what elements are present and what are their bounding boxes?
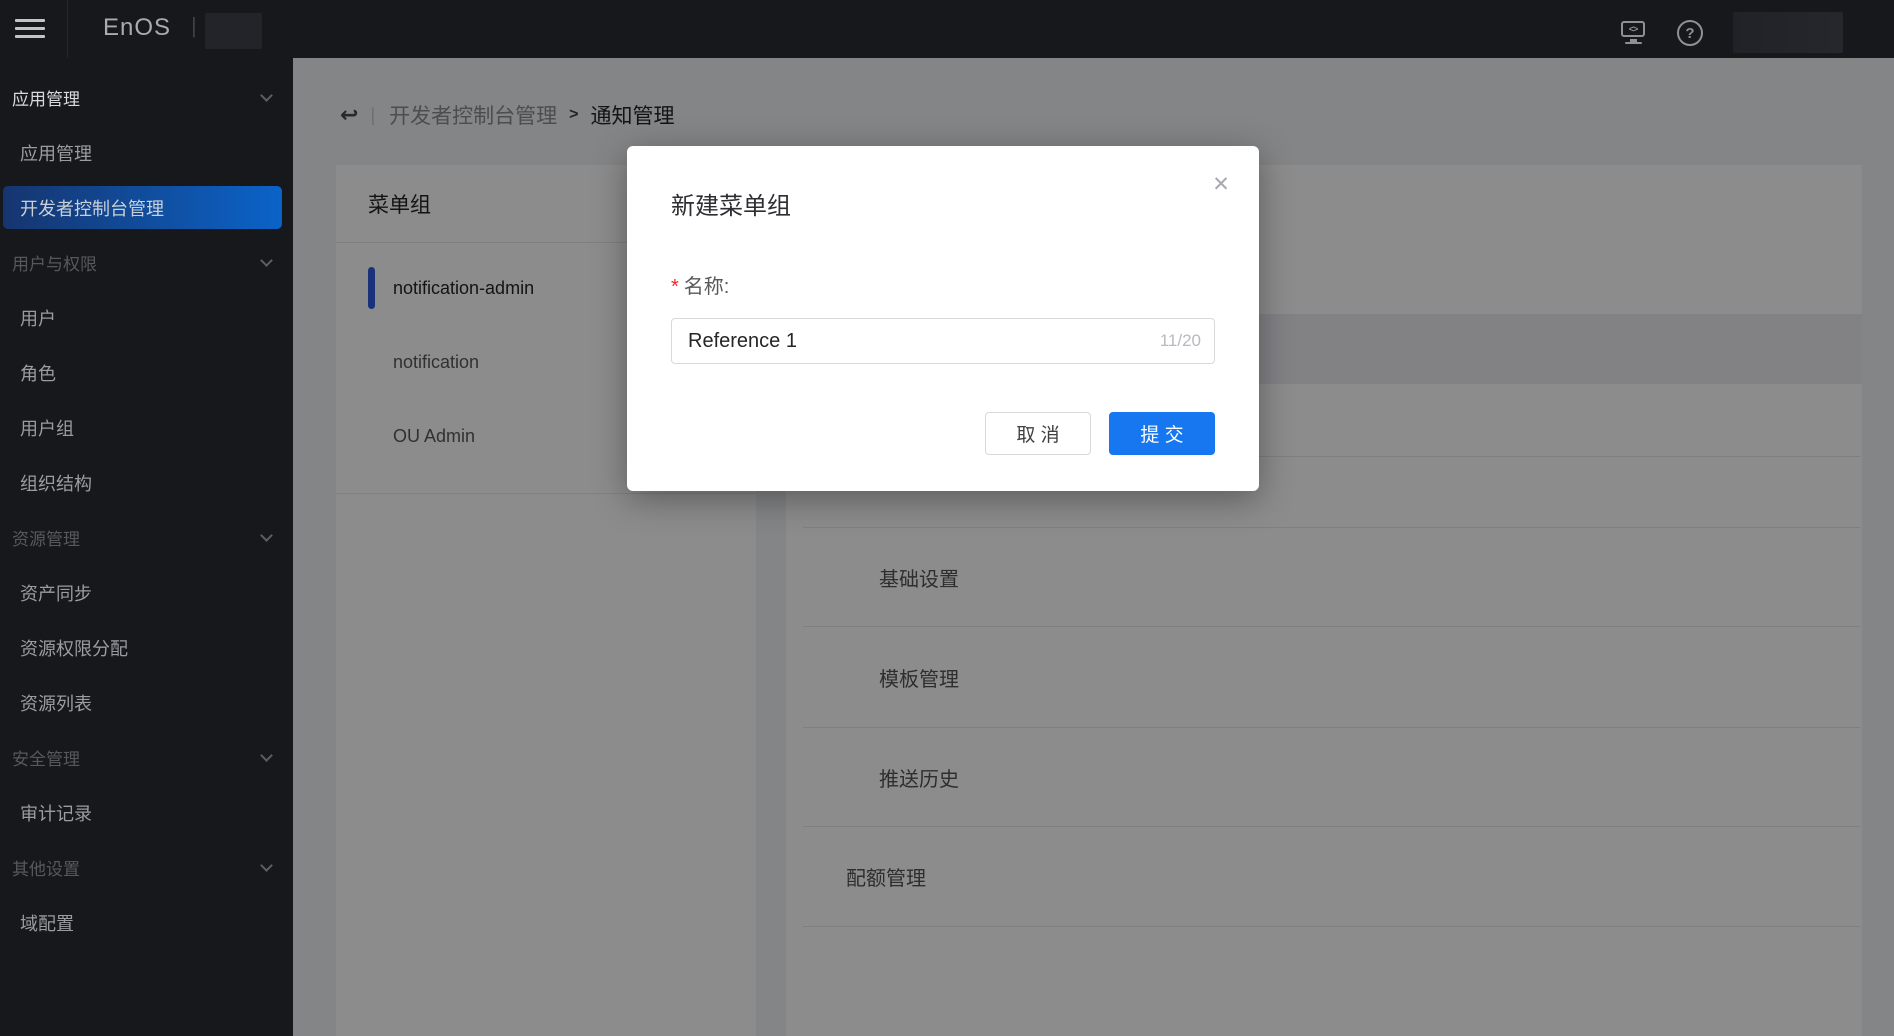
name-field-label: *名称: [671, 274, 1215, 300]
enos-logo: EnOS [103, 14, 171, 42]
chevron-down-icon [260, 749, 273, 762]
dialog-title: 新建菜单组 [627, 146, 1259, 222]
sidebar-section-app-management[interactable]: 应用管理 [0, 70, 293, 125]
new-menu-group-dialog: ✕ 新建菜单组 *名称: 11/20 取 消 提 交 [627, 146, 1259, 491]
sidebar-section-users-permissions[interactable]: 用户与权限 [0, 235, 293, 290]
developer-console-icon[interactable]: <> [1621, 21, 1645, 37]
chevron-down-icon [260, 529, 273, 542]
sidebar-item-organization-structure[interactable]: 组织结构 [0, 455, 293, 510]
developer-console-icon [1625, 42, 1642, 44]
logo-divider: | [191, 13, 197, 39]
top-bar: EnOS | <> ? [0, 0, 1894, 58]
close-icon[interactable]: ✕ [1205, 168, 1237, 200]
chevron-down-icon [260, 859, 273, 872]
sidebar-item-users[interactable]: 用户 [0, 290, 293, 345]
sidebar-item-audit-records[interactable]: 审计记录 [0, 785, 293, 840]
cancel-button[interactable]: 取 消 [985, 412, 1091, 455]
sidebar-item-developer-console-management[interactable]: 开发者控制台管理 [0, 180, 293, 235]
name-input[interactable] [671, 318, 1215, 364]
sidebar-item-app-management[interactable]: 应用管理 [0, 125, 293, 180]
sidebar-item-resource-list[interactable]: 资源列表 [0, 675, 293, 730]
sidebar-item-domain-configuration[interactable]: 域配置 [0, 895, 293, 950]
chevron-down-icon [260, 89, 273, 102]
hamburger-menu-icon[interactable] [15, 18, 45, 40]
sidebar-nav: 应用管理 应用管理 开发者控制台管理 用户与权限 用户 角色 用户组 组织结构 … [0, 58, 293, 1036]
sidebar-item-roles[interactable]: 角色 [0, 345, 293, 400]
dialog-footer: 取 消 提 交 [671, 412, 1215, 455]
topbar-divider [67, 0, 68, 58]
sidebar-item-asset-sync[interactable]: 资产同步 [0, 565, 293, 620]
environment-badge [205, 13, 262, 49]
name-input-wrapper: 11/20 [671, 318, 1215, 364]
char-counter: 11/20 [1160, 331, 1201, 351]
chevron-down-icon [260, 254, 273, 267]
user-account-badge[interactable] [1733, 12, 1843, 53]
required-asterisk: * [671, 276, 679, 298]
sidebar-section-other-settings[interactable]: 其他设置 [0, 840, 293, 895]
sidebar-section-resource-management[interactable]: 资源管理 [0, 510, 293, 565]
help-icon[interactable]: ? [1677, 20, 1703, 46]
sidebar-item-resource-permission-allocation[interactable]: 资源权限分配 [0, 620, 293, 675]
sidebar-item-user-groups[interactable]: 用户组 [0, 400, 293, 455]
sidebar-section-security-management[interactable]: 安全管理 [0, 730, 293, 785]
submit-button[interactable]: 提 交 [1109, 412, 1215, 455]
